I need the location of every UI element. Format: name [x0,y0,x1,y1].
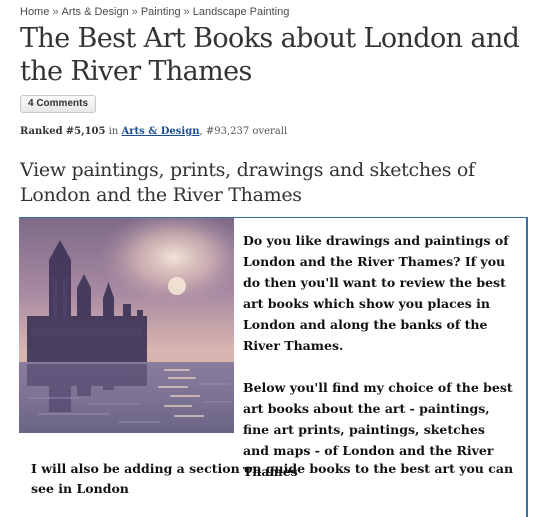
breadcrumb-arts-design[interactable]: Arts & Design [61,6,128,18]
rank-value: #5,105 [65,126,106,137]
painting-image [19,218,234,433]
page-title: The Best Art Books about London and the … [20,23,520,87]
category-link[interactable]: Arts & Design [121,126,199,137]
breadcrumb-separator: » [52,6,59,18]
rank-comma: , [199,126,203,137]
ranked-label: Ranked [20,126,63,137]
overall-label: overall [252,126,288,137]
breadcrumb-painting[interactable]: Painting [141,6,181,18]
breadcrumb-separator: » [183,6,190,18]
comments-button[interactable]: 4 Comments [20,95,97,113]
rank-line: Ranked #5,105 in Arts & Design, #93,237 … [20,126,287,137]
rank-in-label: in [108,126,119,137]
monet-parliament-painting [19,218,234,433]
guide-books-note: I will also be adding a section on guide… [31,461,514,496]
breadcrumb-landscape-painting[interactable]: Landscape Painting [193,6,290,18]
section-heading: View paintings, prints, drawings and ske… [20,159,475,206]
breadcrumb-home[interactable]: Home [20,6,49,18]
breadcrumb: Home» Arts & Design» Painting» Landscape Pa… [20,6,289,18]
intro-paragraph: Do you like drawings and paintings of Lo… [243,233,509,353]
breadcrumb-separator: » [131,6,138,18]
overall-rank-value: #93,237 [205,126,250,137]
intro-module: Do you like drawings and paintings of Lo… [19,217,528,517]
